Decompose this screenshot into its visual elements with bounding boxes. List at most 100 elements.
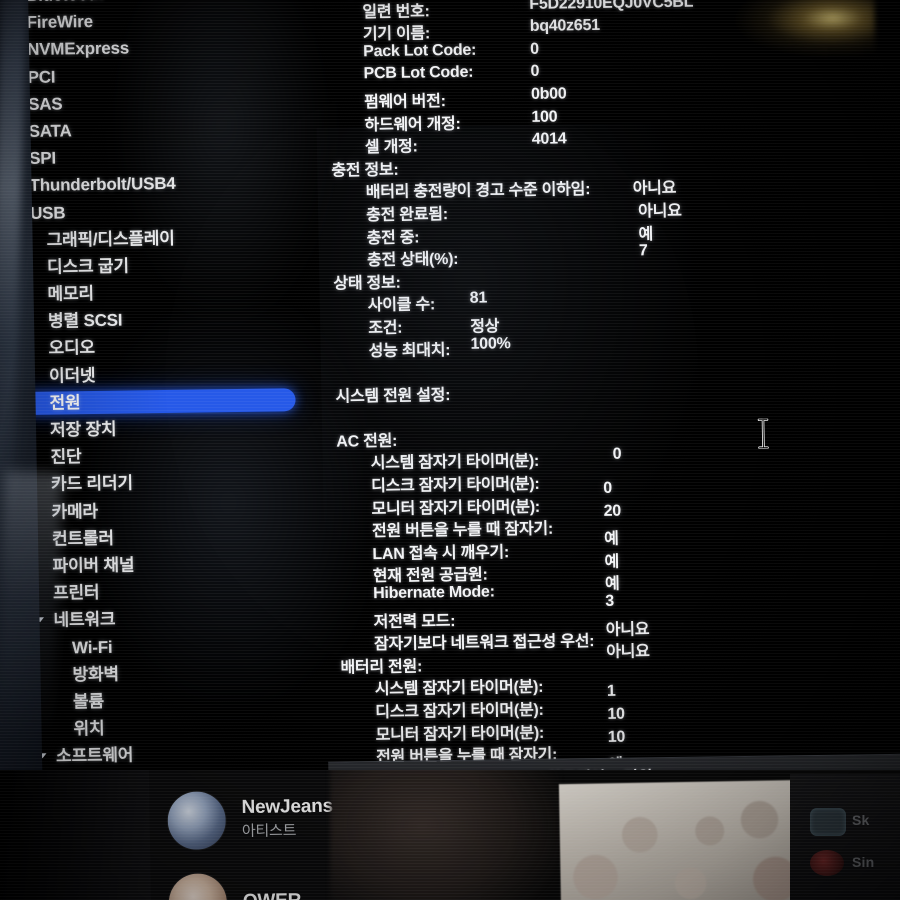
sidebar-item-22[interactable]: 프린터: [23, 576, 323, 607]
photo-of-screen: Bluetooth FireWire NVMExpress PCI SAS SATA SPI…: [0, 0, 900, 900]
sidebar-item-label: NVMExpress: [26, 38, 130, 60]
sidebar-item-23[interactable]: 네트워크: [23, 603, 323, 634]
avatar: [167, 791, 227, 851]
right-device-label-1: Sk: [852, 812, 870, 828]
avatar: [168, 873, 228, 900]
section-label: 상태 정보:: [333, 274, 401, 293]
detail-value: 7: [638, 242, 648, 260]
sidebar-item-4[interactable]: SAS: [14, 87, 314, 118]
list-item[interactable]: NewJeans 아티스트: [167, 790, 334, 851]
sidebar-item-6[interactable]: SPI: [15, 141, 315, 172]
detail-value: bq40z651: [529, 17, 600, 36]
system-information-window: Bluetooth FireWire NVMExpress PCI SAS SATA SPI…: [0, 0, 900, 811]
sidebar-item-label: 볼륨: [72, 691, 105, 712]
detail-label: 셀 개정:: [364, 138, 418, 157]
sidebar-item-label: Thunderbolt/USB4: [29, 174, 176, 196]
sidebar-item-label: SAS: [27, 94, 63, 114]
sidebar-item-label: USB: [29, 202, 66, 223]
detail-label: 사이클 수:: [367, 296, 436, 315]
sidebar-item-label: 병렬 SCSI: [47, 310, 123, 331]
detail-label: 충전 중:: [366, 228, 420, 247]
right-device: Sk Sin: [790, 774, 900, 900]
sidebar-item-label: 전원: [49, 393, 81, 413]
i-beam-cursor: [756, 418, 771, 450]
sidebar-item-27[interactable]: 위치: [25, 712, 325, 743]
detail-value: 정상: [470, 318, 500, 336]
sidebar-item-label: 진단: [50, 447, 82, 467]
sidebar-item-13[interactable]: 오디오: [18, 331, 318, 362]
sidebar-item-3[interactable]: PCI: [13, 59, 313, 90]
detail-value: 아니요: [638, 202, 682, 221]
sidebar-item-26[interactable]: 볼륨: [25, 685, 325, 716]
sidebar-item-5[interactable]: SATA: [14, 114, 314, 145]
detail-value: 0: [612, 446, 622, 464]
hand-silhouette: [330, 770, 560, 900]
sidebar-item-19[interactable]: 카메라: [21, 494, 321, 525]
app-circle-icon: [810, 850, 844, 876]
detail-label: 충전 상태(%):: [366, 251, 459, 270]
sidebar-item-label: 저장 장치: [49, 419, 117, 440]
sidebar-item-16[interactable]: 저장 장치: [20, 413, 320, 444]
sidebar-item-18[interactable]: 카드 리더기: [21, 467, 321, 498]
sidebar-item-28[interactable]: 소프트웨어: [26, 739, 326, 770]
detail-label: 하드웨어 개정:: [364, 115, 461, 134]
sidebar-item-10[interactable]: 디스크 굽기: [17, 250, 317, 281]
sidebar-item-label: SATA: [28, 121, 72, 141]
right-device-label-2: Sin: [852, 854, 875, 870]
sidebar-item-9[interactable]: 그래픽/디스플레이: [16, 223, 316, 254]
sidebar-item-label: 파이버 채널: [52, 555, 135, 576]
sidebar-item-label: 네트워크: [53, 610, 116, 630]
sidebar-item-label: 방화벽: [72, 664, 120, 685]
sidebar-item-12[interactable]: 병렬 SCSI: [18, 304, 318, 335]
sidebar-item-label: FireWire: [26, 12, 94, 33]
sidebar-item-label: Bluetooth: [26, 0, 104, 5]
sidebar-item-label: 위치: [73, 718, 105, 739]
detail-label: Hibernate Mode:: [372, 583, 495, 603]
detail-value: 0b00: [530, 85, 567, 103]
detail-label: 저전력 모드:: [373, 612, 456, 631]
detail-label: 현재 전원 공급원:: [372, 566, 488, 586]
detail-label: 성능 최대치:: [368, 341, 451, 360]
sidebar-item-15[interactable]: 전원: [19, 386, 319, 417]
sidebar-item-17[interactable]: 진단: [20, 440, 320, 471]
list-item-title: QWER: [243, 890, 302, 900]
sidebar-item-25[interactable]: 방화벽: [24, 658, 324, 689]
detail-label: 펌웨어 버전:: [363, 93, 446, 112]
detail-value: 예: [638, 225, 654, 243]
sidebar-item-label: 카드 리더기: [50, 473, 133, 495]
sidebar-item-label: Wi-Fi: [71, 637, 113, 657]
list-item[interactable]: QWER: [168, 872, 301, 900]
list-item-title: NewJeans: [241, 796, 334, 819]
sidebar-item-11[interactable]: 메모리: [17, 277, 317, 308]
sidebar-item-label: 오디오: [48, 338, 96, 359]
detail-value: 100%: [470, 334, 511, 353]
detail-value: 0: [530, 63, 540, 81]
power-details-pane: 모델 정보:일련 번호:F5D22910EQJ0VC5BL기기 이름:bq40z…: [314, 0, 900, 810]
sidebar-item-7[interactable]: Thunderbolt/USB4: [15, 168, 315, 199]
sidebar-item-1[interactable]: FireWire: [12, 5, 312, 36]
sidebar-item-24[interactable]: Wi-Fi: [24, 630, 324, 661]
detail-label: PCB Lot Code:: [363, 64, 474, 83]
detail-label: 일련 번호:: [362, 2, 430, 21]
sidebar-item-label: PCI: [27, 67, 56, 87]
section-label: AC 전원:: [336, 432, 398, 451]
sidebar-item-8[interactable]: USB: [16, 195, 316, 226]
sidebar[interactable]: Bluetooth FireWire NVMExpress PCI SAS SATA SPI…: [12, 0, 327, 810]
detail-value: 0: [530, 40, 539, 58]
sidebar-item-label: 컨트롤러: [51, 528, 114, 549]
detail-label: 충전 완료됨:: [366, 206, 448, 225]
list-item-subtitle: 아티스트: [241, 822, 297, 841]
sidebar-item-21[interactable]: 파이버 채널: [22, 549, 322, 580]
section-label: 배터리 전원:: [340, 658, 423, 677]
sidebar-item-14[interactable]: 이더넷: [19, 359, 319, 390]
bottom-overlay: NewJeans 아티스트 QWER Sk Sin: [0, 770, 900, 900]
sidebar-item-label: SPI: [28, 148, 57, 169]
sidebar-item-2[interactable]: NVMExpress: [13, 32, 313, 63]
sidebar-item-20[interactable]: 컨트롤러: [22, 522, 322, 553]
sidebar-item-label: 메모리: [47, 284, 95, 304]
sidebar-item-label: 프린터: [52, 583, 100, 603]
detail-label: 조건:: [368, 319, 403, 338]
section-label: 시스템 전원 설정:: [335, 386, 451, 406]
detail-value: 81: [469, 289, 488, 308]
app-tile-icon: [810, 808, 846, 836]
